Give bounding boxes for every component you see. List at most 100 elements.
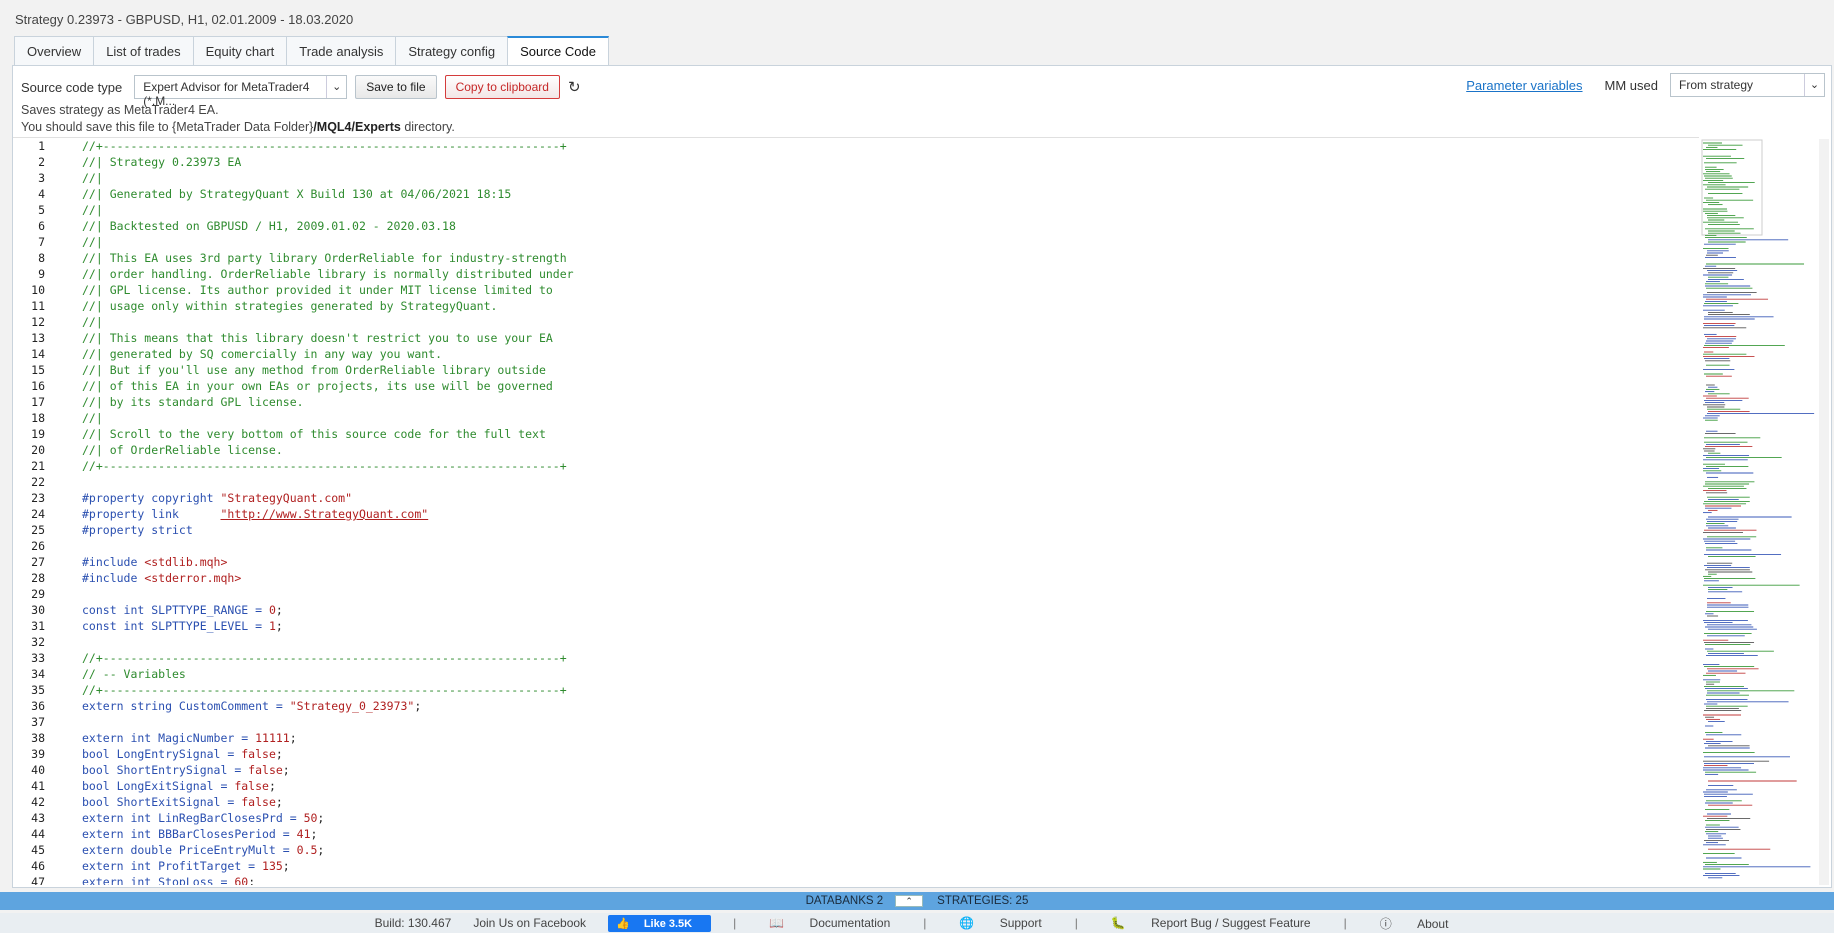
build-version: Build: 130.467 [374, 916, 452, 930]
footer-separator: | [733, 916, 737, 930]
code-line: 13 //| This means that this library doesn… [13, 330, 1699, 346]
documentation-link[interactable]: 📖 Documentation [758, 916, 901, 930]
code-line: 12 //| [13, 314, 1699, 330]
code-text: //| Strategy 0.23973 EA [82, 155, 242, 169]
facebook-like-button[interactable]: 👍 Like 3.5K [608, 914, 712, 932]
code-line: 45 extern double PriceEntryMult = 0.5; [13, 842, 1699, 858]
code-line: 1 //+------------------------------------… [13, 138, 1699, 154]
code-text: //| usage only within strategies generat… [82, 299, 498, 313]
mm-used-select[interactable]: From strategy ⌄ [1670, 73, 1825, 97]
code-text: const int SLPTTYPE_RANGE = 0; [82, 603, 283, 617]
code-text: extern int ProfitTarget = 135; [82, 859, 290, 873]
footer: Build: 130.467 Join Us on Facebook 👍 Lik… [0, 913, 1834, 933]
code-text: #include <stdlib.mqh> [82, 555, 228, 569]
refresh-icon[interactable]: ↻ [568, 78, 581, 96]
code-line: 14 //| generated by SQ comercially in any… [13, 346, 1699, 362]
about-link[interactable]: ⓘ About [1369, 915, 1460, 932]
code-text: const int SLPTTYPE_LEVEL = 1; [82, 619, 283, 633]
code-line: 6 //| Backtested on GBPUSD / H1, 2009.01.… [13, 218, 1699, 234]
code-text: //+-------------------------------------… [82, 459, 567, 473]
line-number: 43 [31, 811, 45, 825]
right-tools: Parameter variables MM used From strateg… [1466, 72, 1825, 98]
chevron-up-icon[interactable]: ⌃ [895, 895, 924, 907]
code-text: extern int LinRegBarClosesPrd = 50; [82, 811, 325, 825]
info-text: Saves strategy as MetaTrader4 EA. You sh… [21, 102, 455, 136]
line-number: 7 [38, 235, 45, 249]
line-number: 31 [31, 619, 45, 633]
code-line: 31 const int SLPTTYPE_LEVEL = 1; [13, 618, 1699, 634]
source-code-panel: Source code type Expert Advisor for Meta… [12, 65, 1832, 888]
code-line: 44 extern int BBBarClosesPeriod = 41; [13, 826, 1699, 842]
code-text: //| by its standard GPL license. [82, 395, 304, 409]
code-line: 7 //| [13, 234, 1699, 250]
code-text: extern int BBBarClosesPeriod = 41; [82, 827, 318, 841]
copy-to-clipboard-button[interactable]: Copy to clipboard [444, 75, 560, 99]
code-text: //+-------------------------------------… [82, 683, 567, 697]
code-text: bool LongExitSignal = false; [82, 779, 276, 793]
code-editor[interactable]: 1 //+------------------------------------… [13, 137, 1699, 885]
tab-list-of-trades[interactable]: List of trades [93, 36, 193, 66]
footer-separator: | [1343, 916, 1347, 930]
code-text: extern string CustomComment = "Strategy_… [82, 699, 422, 713]
code-line: 29 [13, 586, 1699, 602]
code-text: //| generated by SQ comercially in any w… [82, 347, 443, 361]
line-number: 33 [31, 651, 45, 665]
tab-equity-chart[interactable]: Equity chart [192, 36, 287, 66]
source-type-select[interactable]: Expert Advisor for MetaTrader4 (*.M... ⌄ [134, 75, 348, 108]
code-line: 35 //+-----------------------------------… [13, 682, 1699, 698]
code-line: 11 //| usage only within strategies gener… [13, 298, 1699, 314]
databanks-label[interactable]: DATABANKS 2 [806, 895, 884, 907]
footer-separator: | [1074, 916, 1078, 930]
code-line: 18 //| [13, 410, 1699, 426]
source-toolbar: Source code type Expert Advisor for Meta… [21, 74, 581, 108]
code-text: //| But if you'll use any method from Or… [82, 363, 546, 377]
line-number: 32 [31, 635, 45, 649]
code-line: 25 #property strict [13, 522, 1699, 538]
chevron-down-icon[interactable]: ⌄ [326, 76, 346, 98]
facebook-link[interactable]: Join Us on Facebook [473, 916, 586, 930]
code-text: //| [82, 171, 103, 185]
line-number: 4 [38, 187, 45, 201]
code-line: 16 //| of this EA in your own EAs or proj… [13, 378, 1699, 394]
code-line: 28 #include <stderror.mqh> [13, 570, 1699, 586]
code-line: 33 //+-----------------------------------… [13, 650, 1699, 666]
bug-icon: 🐛 [1110, 916, 1126, 930]
code-text: #property strict [82, 523, 193, 537]
code-text: extern int StopLoss = 60; [82, 875, 256, 885]
code-minimap[interactable] [1701, 139, 1819, 885]
line-number: 6 [38, 219, 45, 233]
tab-source-code[interactable]: Source Code [507, 36, 609, 66]
code-text: //| [82, 235, 103, 249]
tab-strategy-config[interactable]: Strategy config [395, 36, 508, 66]
code-text: #include <stderror.mqh> [82, 571, 242, 585]
code-line: 40 bool ShortEntrySignal = false; [13, 762, 1699, 778]
line-number: 40 [31, 763, 45, 777]
line-number: 30 [31, 603, 45, 617]
code-text: //| [82, 411, 103, 425]
code-scrollbar[interactable] [1819, 139, 1829, 885]
code-text: //| [82, 315, 103, 329]
tab-overview[interactable]: Overview [14, 36, 94, 66]
minimap-graphic [1701, 139, 1815, 879]
code-text: bool ShortEntrySignal = false; [82, 763, 290, 777]
code-line: 17 //| by its standard GPL license. [13, 394, 1699, 410]
line-number: 44 [31, 827, 45, 841]
chevron-down-icon[interactable]: ⌄ [1804, 74, 1824, 96]
support-link[interactable]: 🌐 Support [948, 916, 1052, 930]
tab-trade-analysis[interactable]: Trade analysis [286, 36, 396, 66]
code-line: 27 #include <stdlib.mqh> [13, 554, 1699, 570]
code-line: 26 [13, 538, 1699, 554]
parameter-variables-link[interactable]: Parameter variables [1466, 78, 1582, 93]
report-bug-link[interactable]: 🐛 Report Bug / Suggest Feature [1100, 916, 1322, 930]
line-number: 24 [31, 507, 45, 521]
line-number: 21 [31, 459, 45, 473]
line-number: 15 [31, 363, 45, 377]
line-number: 34 [31, 667, 45, 681]
code-text: //| Scroll to the very bottom of this so… [82, 427, 546, 441]
code-line: 2 //| Strategy 0.23973 EA [13, 154, 1699, 170]
code-line: 10 //| GPL license. Its author provided i… [13, 282, 1699, 298]
code-line: 34 // -- Variables [13, 666, 1699, 682]
save-to-file-button[interactable]: Save to file [355, 75, 437, 99]
line-number: 9 [38, 267, 45, 281]
